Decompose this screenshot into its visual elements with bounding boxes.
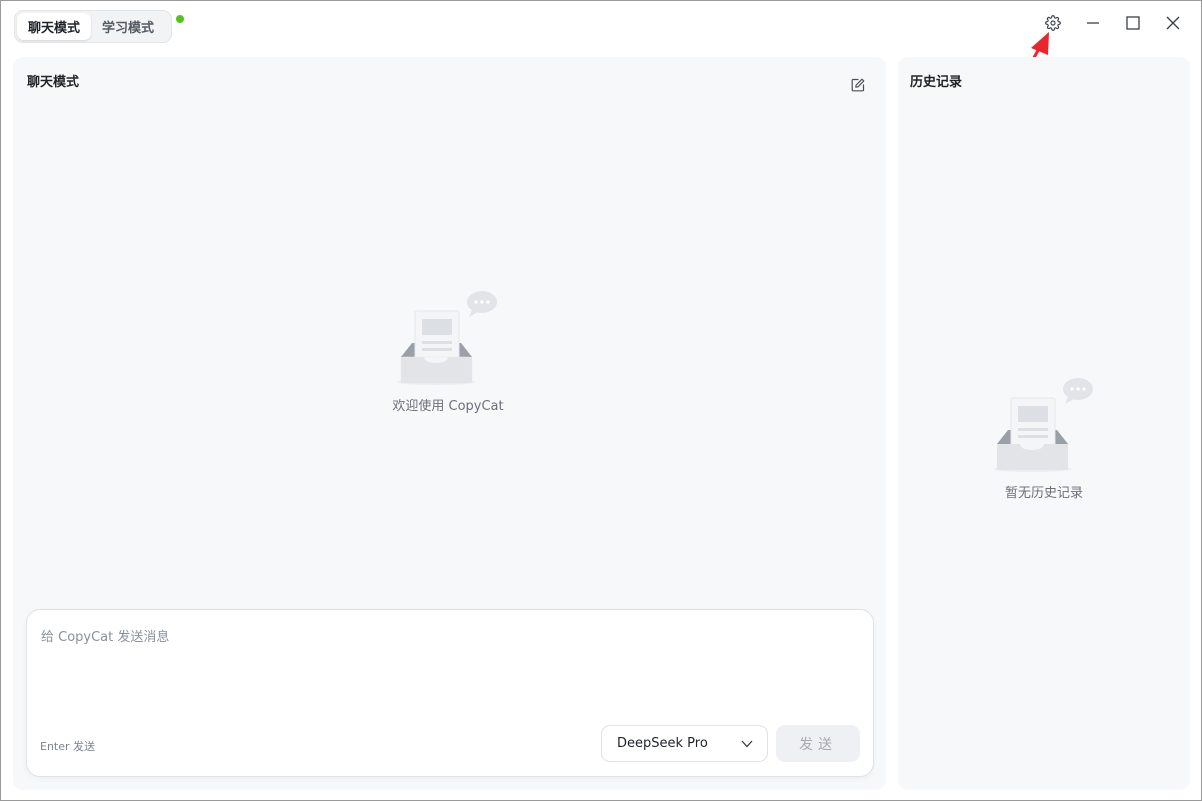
app-window: 聊天模式 学习模式 聊天模式 欢迎使用 CopyCat 给 CopyCat 发送… <box>0 0 1202 801</box>
mode-switch: 聊天模式 学习模式 <box>14 10 172 43</box>
close-button[interactable] <box>1162 12 1184 34</box>
close-icon <box>1166 16 1180 30</box>
maximize-button[interactable] <box>1122 12 1144 34</box>
empty-inbox-icon <box>994 378 1093 472</box>
model-select-value: DeepSeek Pro <box>617 736 708 751</box>
edit-icon <box>851 78 865 92</box>
chat-panel-title: 聊天模式 <box>27 75 80 90</box>
tab-study-mode[interactable]: 学习模式 <box>91 13 165 40</box>
maximize-icon <box>1126 16 1140 30</box>
online-status-dot <box>176 15 184 23</box>
settings-button[interactable] <box>1042 12 1064 34</box>
chevron-down-icon <box>741 740 753 747</box>
message-composer: Enter 发送 DeepSeek Pro 发送 <box>26 609 874 777</box>
minimize-button[interactable] <box>1082 12 1104 34</box>
model-select[interactable]: DeepSeek Pro <box>601 725 768 762</box>
history-panel-title: 历史记录 <box>910 75 963 90</box>
send-button[interactable]: 发送 <box>776 725 860 762</box>
new-chat-button[interactable] <box>849 76 867 94</box>
gear-icon <box>1045 15 1061 31</box>
chat-panel: 聊天模式 欢迎使用 CopyCat 给 CopyCat 发送消息 Enter 发… <box>13 57 886 790</box>
message-input[interactable] <box>41 626 856 716</box>
history-empty-state: 暂无历史记录 <box>964 376 1124 501</box>
empty-inbox-icon <box>398 291 497 385</box>
chat-empty-state: 欢迎使用 CopyCat <box>368 289 528 414</box>
history-panel: 历史记录 暂无历史记录 <box>898 57 1190 790</box>
minimize-icon <box>1087 22 1099 24</box>
history-empty-text: 暂无历史记录 <box>1004 486 1083 501</box>
chat-empty-text: 欢迎使用 CopyCat <box>392 399 504 414</box>
enter-send-hint: Enter 发送 <box>40 740 96 753</box>
tab-chat-mode[interactable]: 聊天模式 <box>17 13 92 40</box>
